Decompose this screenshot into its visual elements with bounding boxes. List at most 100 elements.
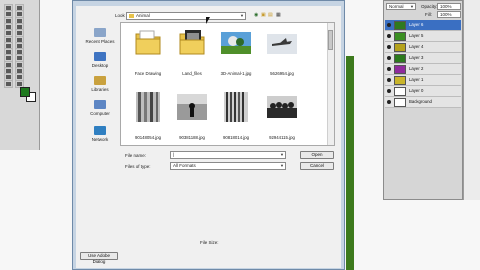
file-name-input[interactable]: | ▼ — [170, 151, 286, 159]
scrollbar-thumb[interactable] — [328, 30, 333, 50]
back-icon[interactable]: ◉ — [254, 12, 258, 18]
layer-row[interactable]: Layer 0 — [385, 86, 461, 97]
layer-row[interactable]: Layer 4 — [385, 42, 461, 53]
layer-thumbnail — [394, 87, 406, 96]
libraries-icon — [94, 76, 106, 85]
computer-icon — [94, 100, 106, 109]
layer-row[interactable]: Layer 1 — [385, 75, 461, 86]
eye-visibility-icon[interactable] — [387, 34, 391, 38]
eye-visibility-icon[interactable] — [387, 56, 391, 60]
canvas-green-strip — [346, 56, 354, 270]
layer-name: Layer 2 — [409, 66, 424, 71]
places-item-computer[interactable]: Computer — [82, 100, 118, 116]
file-name-text[interactable]: 92944115.jpg — [260, 135, 304, 140]
opacity-label: Opacity: — [421, 4, 438, 9]
eye-visibility-icon[interactable] — [387, 45, 391, 49]
image-thumbnail[interactable] — [220, 90, 252, 122]
use-adobe-dialog-button[interactable]: Use Adobe Dialog — [80, 252, 118, 264]
layer-thumbnail — [394, 76, 406, 85]
places-item-label: Computer — [90, 111, 110, 116]
layer-name: Background — [409, 99, 432, 104]
files-of-type-select[interactable]: All Formats ▼ — [170, 162, 286, 170]
panel-dock-column — [463, 0, 480, 200]
file-name-text[interactable]: 90381188.jpg — [170, 135, 214, 140]
files-of-type-label: Files of type: — [125, 164, 151, 169]
file-name-value: | — [173, 152, 175, 157]
image-thumbnail[interactable] — [176, 90, 208, 122]
places-item-label: Recent Places — [85, 39, 115, 44]
file-name-text[interactable]: Land_files — [170, 71, 214, 76]
eye-visibility-icon[interactable] — [387, 78, 391, 82]
layer-thumbnail — [394, 43, 406, 52]
layer-row[interactable]: Layer 2 — [385, 64, 461, 75]
image-thumbnail[interactable] — [266, 26, 298, 58]
chevron-down-icon: ▼ — [280, 163, 284, 168]
file-name-text[interactable]: 3D-Animal-1.jpg — [214, 71, 258, 76]
places-item-libraries[interactable]: Libraries — [82, 76, 118, 92]
places-item-label: Libraries — [91, 87, 109, 92]
image-thumbnail[interactable] — [220, 26, 252, 58]
recent-places-icon — [94, 28, 106, 37]
cancel-button[interactable]: Cancel — [300, 162, 334, 170]
files-of-type-value: All Formats — [173, 163, 196, 168]
places-item-label: Desktop — [91, 63, 109, 68]
file-name-text[interactable]: Face Drawing — [126, 71, 170, 76]
view-menu-icon[interactable]: ▦ — [276, 12, 281, 18]
folder-icon[interactable] — [132, 26, 164, 58]
mouse-cursor-icon — [206, 17, 214, 24]
new-folder-icon[interactable]: ▤ — [268, 12, 273, 18]
layer-thumbnail — [394, 98, 406, 107]
file-name-text[interactable]: 90818014.jpg — [214, 135, 258, 140]
file-size-label: File Size: — [200, 240, 219, 245]
layer-thumbnail — [394, 54, 406, 63]
eye-visibility-icon[interactable] — [387, 89, 391, 93]
folder-icon[interactable] — [176, 26, 208, 58]
up-folder-icon[interactable]: ▣ — [261, 12, 266, 18]
open-button[interactable]: Open — [300, 151, 334, 159]
folder-icon — [129, 13, 134, 18]
tool-icon — [17, 81, 22, 86]
places-item-network[interactable]: Network — [82, 126, 118, 142]
chevron-down-icon: ▼ — [280, 152, 284, 157]
blend-mode-select[interactable]: Normal ▼ — [386, 3, 416, 10]
layer-thumbnail — [394, 65, 406, 74]
eye-visibility-icon[interactable] — [387, 67, 391, 71]
layer-row[interactable]: Background — [385, 97, 461, 108]
tool-icon — [6, 81, 11, 86]
layer-name: Layer 0 — [409, 88, 424, 93]
layer-name: Layer 4 — [409, 44, 424, 49]
layer-row[interactable]: Layer 5 — [385, 31, 461, 42]
file-name-label: File name: — [125, 153, 147, 158]
eye-visibility-icon[interactable] — [387, 23, 391, 27]
chevron-down-icon: ▼ — [240, 13, 244, 18]
layer-name: Layer 6 — [409, 22, 424, 27]
blend-mode-value: Normal — [389, 4, 404, 9]
layer-name: Layer 5 — [409, 33, 424, 38]
image-thumbnail[interactable] — [266, 90, 298, 122]
layer-thumbnail — [394, 32, 406, 41]
layer-thumbnail — [394, 21, 406, 30]
places-item-label: Network — [91, 137, 109, 142]
look-in-select[interactable]: Animal ▼ — [126, 12, 246, 20]
foreground-color-swatch[interactable] — [20, 87, 30, 97]
tool-button[interactable] — [4, 79, 13, 88]
tools-panel — [0, 0, 40, 150]
fill-label: Fill: — [425, 12, 432, 17]
layer-row[interactable]: Layer 6 — [385, 20, 461, 31]
chevron-down-icon: ▼ — [410, 4, 414, 9]
layer-row[interactable]: Layer 3 — [385, 53, 461, 64]
file-name-text[interactable]: 90148054.jpg — [126, 135, 170, 140]
places-item-recent-places[interactable]: Recent Places — [82, 28, 118, 44]
opacity-input[interactable]: 100% — [437, 3, 461, 10]
look-in-value: Animal — [136, 13, 150, 18]
image-thumbnail[interactable] — [132, 90, 164, 122]
network-icon — [94, 126, 106, 135]
desktop-stage: Look in: Animal ▼ ◉ ▣ ▤ ▦ Recent Places D… — [0, 0, 480, 270]
places-item-desktop[interactable]: Desktop — [82, 52, 118, 68]
desktop-icon — [94, 52, 106, 61]
file-name-text[interactable]: 5626954.jpg — [260, 71, 304, 76]
layer-name: Layer 3 — [409, 55, 424, 60]
fill-input[interactable]: 100% — [437, 11, 461, 18]
eye-visibility-icon[interactable] — [387, 100, 391, 104]
layer-name: Layer 1 — [409, 77, 424, 82]
